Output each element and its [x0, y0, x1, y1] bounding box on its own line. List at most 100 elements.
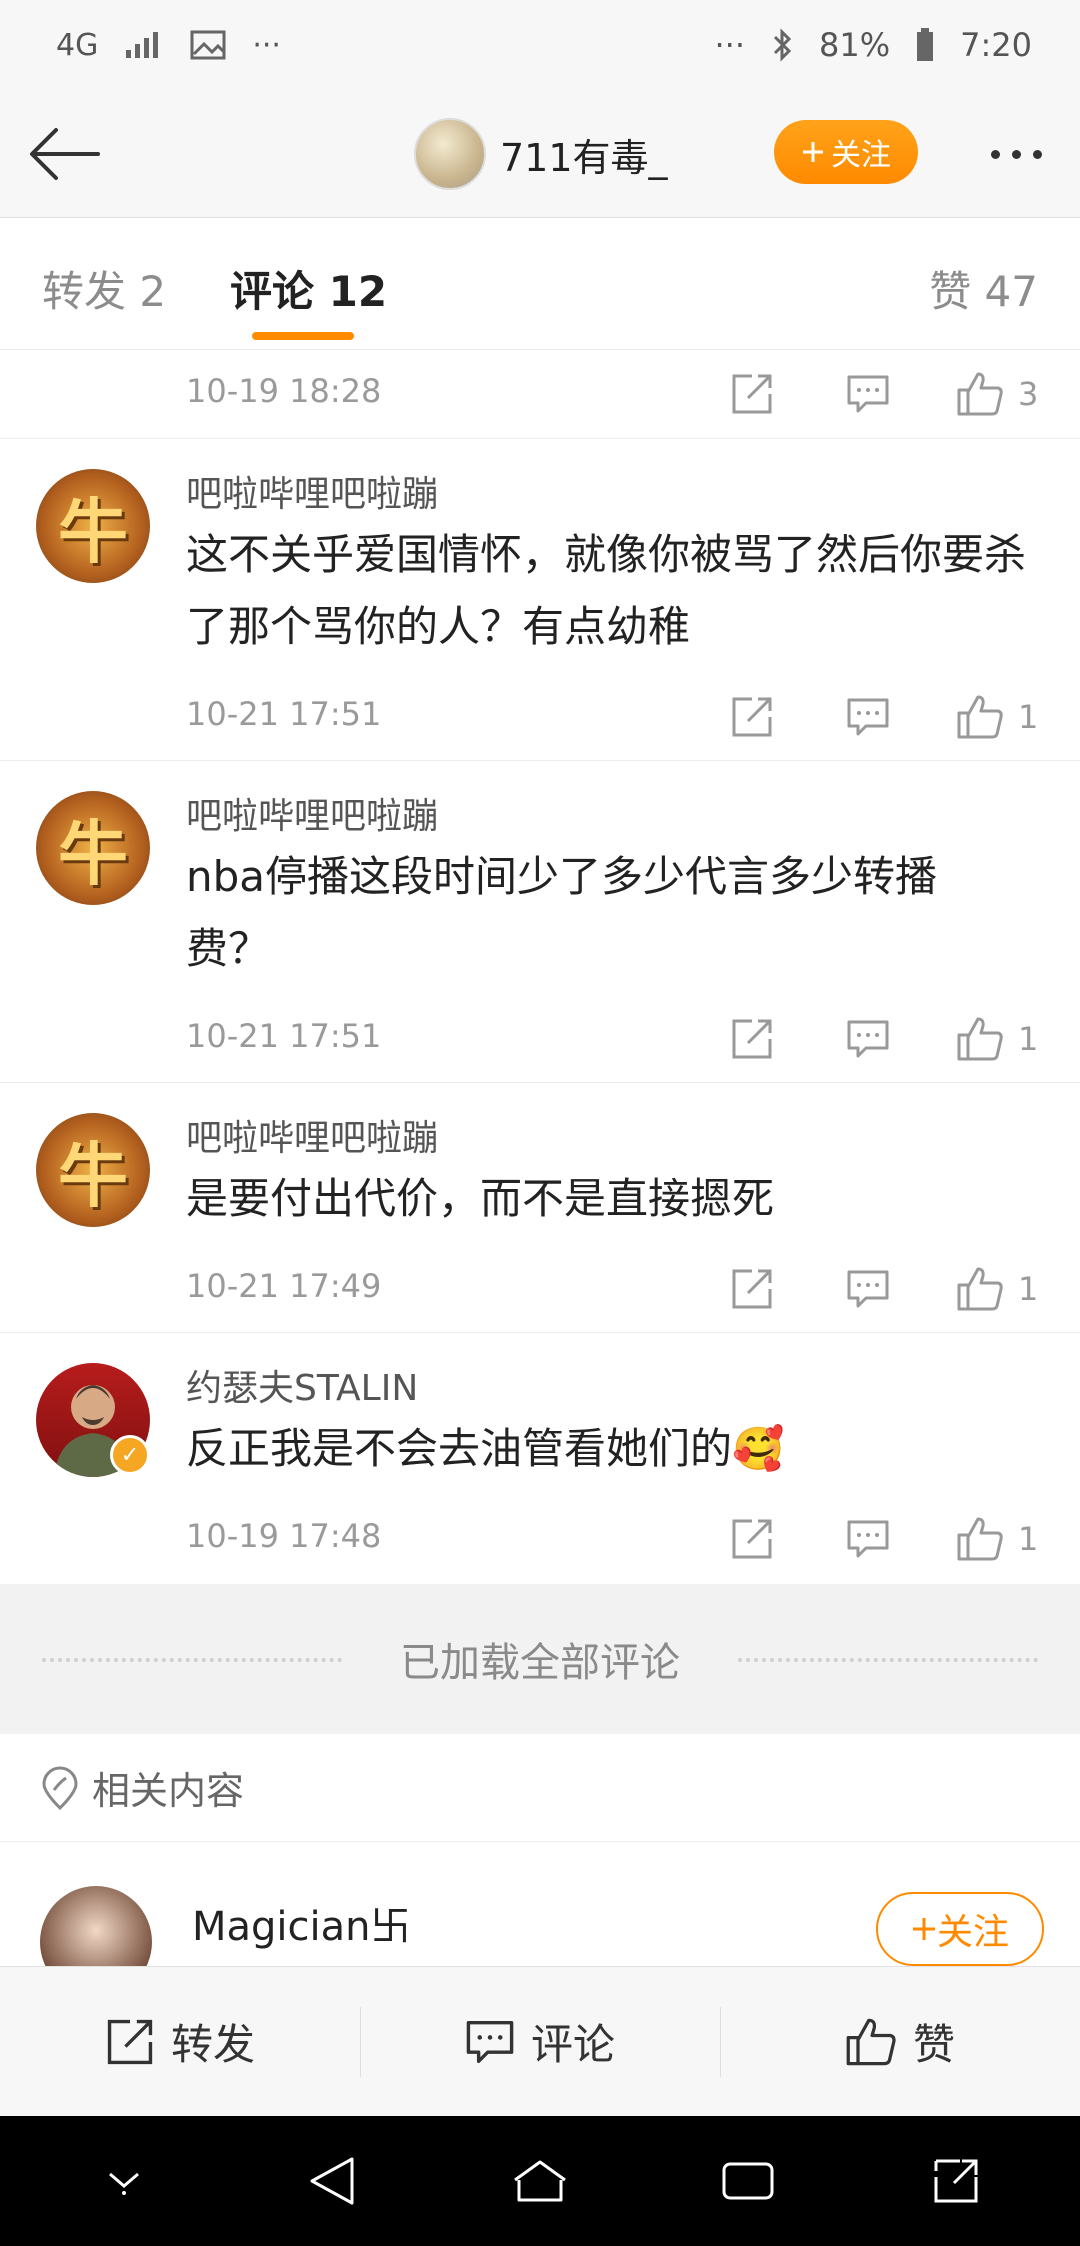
nav-expand-button[interactable] [911, 2136, 1001, 2226]
avatar[interactable] [414, 118, 486, 190]
expand-icon [934, 2159, 978, 2203]
comment-icon [847, 1020, 889, 1058]
avatar[interactable] [40, 1886, 152, 1966]
comment-text: 是要付出代价，而不是直接摁死 [186, 1174, 775, 1223]
comment-meta: 10-19 18:28 3 [0, 350, 1080, 438]
header-username[interactable]: 711有毒_ [500, 127, 668, 182]
related-section-header: 相关内容 [0, 1734, 1080, 1842]
share-button[interactable] [730, 366, 774, 422]
avatar[interactable]: 牛 [36, 791, 150, 905]
triangle-back-icon [310, 2157, 354, 2205]
suggested-user[interactable]: Magician卐 关注 [0, 1842, 1080, 1966]
like-count: 3 [1018, 375, 1039, 413]
comment-username[interactable]: 吧啦哔哩吧啦蹦 [186, 787, 438, 839]
nav-back-button[interactable] [287, 2136, 377, 2226]
comment-item: 牛 吧啦哔哩吧啦蹦 这不关乎爱国情怀，就像你被骂了然后你要杀了那个骂你的人？有点… [0, 438, 1080, 760]
share-button[interactable] [730, 689, 774, 745]
nav-recents-button[interactable] [703, 2136, 793, 2226]
comment-text: nba停播这段时间少了多少代言多少转播费？ [186, 852, 938, 973]
bluetooth-icon [773, 28, 792, 62]
share-icon [732, 1019, 772, 1059]
signal-icon [126, 32, 159, 58]
comment-username[interactable]: 吧啦哔哩吧啦蹦 [186, 1109, 438, 1161]
like-count: 1 [1018, 1520, 1039, 1558]
like-button[interactable]: 1 [956, 689, 1038, 745]
like-button[interactable]: 1 [956, 1011, 1038, 1067]
system-nav-bar [0, 2116, 1080, 2246]
related-title: 相关内容 [92, 1769, 245, 1813]
reply-button[interactable] [846, 1261, 890, 1317]
share-button[interactable] [730, 1511, 774, 1567]
back-arrow-icon [30, 128, 100, 180]
more-button[interactable] [976, 126, 1056, 182]
reply-button[interactable] [846, 366, 890, 422]
comment-time: 10-21 17:49 [186, 1267, 382, 1305]
avatar[interactable]: 牛 [36, 469, 150, 583]
comment-time: 10-19 18:28 [186, 372, 382, 410]
like-button[interactable]: 赞 [720, 1967, 1080, 2116]
avatar-text: 牛 [58, 812, 128, 895]
nav-home-button[interactable] [495, 2136, 585, 2226]
comment-username[interactable]: 约瑟夫STALIN [186, 1359, 418, 1411]
status-bar: 4G ··· ··· 81% 7:20 [0, 0, 1080, 90]
follow-button[interactable]: 关注 [774, 120, 918, 184]
verified-badge-icon: ✓ [110, 1435, 150, 1475]
share-button[interactable] [730, 1261, 774, 1317]
loaded-text: 已加载全部评论 [400, 1640, 680, 1686]
comment-icon [847, 375, 889, 413]
like-button[interactable]: 3 [956, 366, 1038, 422]
divider [720, 2007, 721, 2077]
reply-button[interactable] [846, 1011, 890, 1067]
avatar-text: 牛 [58, 490, 128, 573]
tab-repost[interactable]: 转发 2 [42, 258, 166, 319]
more-dot-icon [1011, 149, 1021, 159]
image-icon [190, 30, 226, 60]
follow-label: 关注 [831, 138, 891, 173]
comment-time: 10-19 17:48 [186, 1517, 382, 1555]
tabs: 转发 2 评论 12 赞 47 [0, 218, 1080, 350]
comment-button[interactable]: 评论 [360, 1967, 720, 2116]
avatar-text: 牛 [58, 1134, 128, 1217]
status-dots: ··· [714, 26, 746, 64]
comment-username[interactable]: 吧啦哔哩吧啦蹦 [186, 465, 438, 517]
battery-percent: 81% [819, 26, 891, 64]
avatar[interactable]: 牛 [36, 1113, 150, 1227]
tab-like[interactable]: 赞 47 [929, 258, 1038, 319]
share-button[interactable] [730, 1011, 774, 1067]
share-icon [732, 697, 772, 737]
follow-button[interactable]: 关注 [876, 1892, 1044, 1966]
plus-icon [912, 1918, 935, 1940]
repost-button[interactable]: 转发 [0, 1967, 360, 2116]
tab-comment[interactable]: 评论 12 [230, 258, 387, 319]
thumbs-up-icon [957, 1517, 1003, 1561]
share-icon [732, 1269, 772, 1309]
active-tab-indicator [252, 332, 354, 340]
share-icon [732, 374, 772, 414]
reply-button[interactable] [846, 689, 890, 745]
divider [360, 2007, 361, 2077]
comment-time: 10-21 17:51 [186, 695, 382, 733]
comment-text: 这不关乎爱国情怀，就像你被骂了然后你要杀了那个骂你的人？有点幼稚 [186, 530, 1027, 651]
share-icon [107, 2019, 153, 2064]
like-count: 1 [1018, 698, 1039, 736]
header: 711有毒_ 关注 [0, 90, 1080, 218]
reply-button[interactable] [846, 1511, 890, 1567]
like-button[interactable]: 1 [956, 1261, 1038, 1317]
back-button[interactable] [24, 118, 104, 190]
thumbs-up-icon [846, 2018, 896, 2065]
battery-icon [917, 28, 934, 61]
comment-item: ✓ 约瑟夫STALIN 反正我是不会去油管看她们的🥰 10-19 17:48 1 [0, 1332, 1080, 1584]
hide-keyboard-button[interactable] [79, 2136, 169, 2226]
all-comments-loaded: 已加载全部评论 [0, 1584, 1080, 1734]
comment-item: 牛 吧啦哔哩吧啦蹦 是要付出代价，而不是直接摁死 10-21 17:49 1 [0, 1082, 1080, 1332]
clock: 7:20 [960, 26, 1032, 64]
like-button[interactable]: 1 [956, 1511, 1038, 1567]
thumbs-up-icon [957, 372, 1003, 416]
more-dot-icon [1032, 149, 1042, 159]
suggested-username[interactable]: Magician卐 [192, 1894, 411, 1952]
header-user[interactable]: 711有毒_ [414, 118, 668, 190]
comment-icon [847, 1520, 889, 1558]
comment-meta: 10-21 17:51 1 [0, 673, 1080, 761]
comment-list: 10-19 18:28 3 牛 吧啦哔哩吧啦蹦 这不关乎爱国情怀，就像你被骂了然… [0, 350, 1080, 1584]
home-icon [514, 2160, 566, 2202]
